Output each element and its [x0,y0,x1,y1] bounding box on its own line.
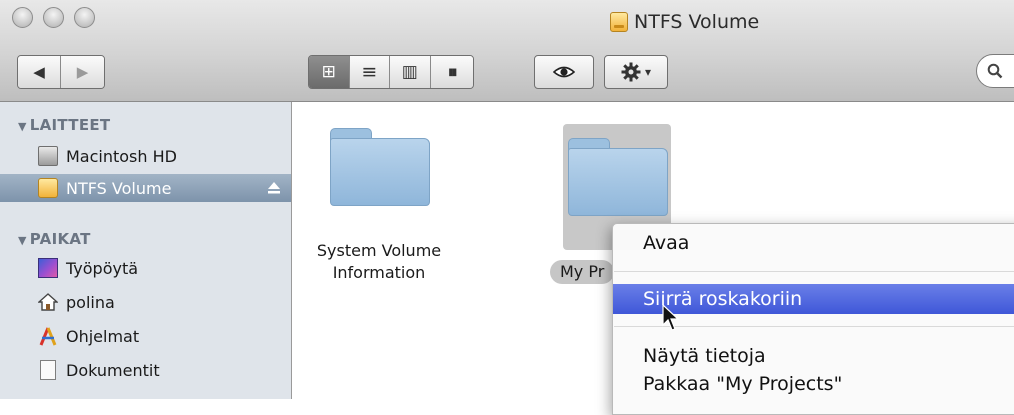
sidebar-item-label: Ohjelmat [66,326,140,346]
sidebar: ▼ LAITTEET Macintosh HD NTFS Volume ▼ PAIK… [0,102,292,399]
sidebar-item-applications[interactable]: Ohjelmat [0,322,291,350]
zoom-window-button[interactable] [74,7,95,28]
search-icon [987,63,1003,79]
action-menu-button[interactable]: ▾ [604,55,668,89]
folder-icon[interactable] [330,128,432,210]
menu-separator [614,271,1014,272]
devices-header-label: LAITTEET [29,116,111,134]
places-header-label: PAIKAT [29,230,91,248]
folder-label-system-volume-information[interactable]: System Volume Information [294,240,464,284]
disclosure-triangle-icon: ▼ [18,234,27,247]
chevron-down-icon: ▾ [644,65,652,79]
sidebar-item-label: polina [66,292,115,312]
back-forward-control: ◀ ▶ [17,55,105,89]
sidebar-item-home[interactable]: polina [0,288,291,316]
minimize-window-button[interactable] [43,7,64,28]
folder-label-line: Information [332,263,426,282]
list-view-button[interactable]: ≡ [349,56,391,88]
sidebar-section-places[interactable]: ▼ PAIKAT [18,230,91,248]
window-toolbar: NTFS Volume ◀ ▶ ⊞ ≡ ▥ ▮▮ ▾ [0,0,1014,102]
cursor-arrow-icon [662,304,680,331]
home-icon [38,293,58,311]
window-title: NTFS Volume [610,10,759,34]
search-field[interactable] [976,54,1014,88]
applications-icon [39,327,57,346]
eye-icon [553,66,575,78]
quick-look-button[interactable] [534,55,594,89]
sidebar-item-label: NTFS Volume [66,178,172,198]
menu-item-compress[interactable]: Pakkaa "My Projects" [613,369,1014,399]
sidebar-item-macintosh-hd[interactable]: Macintosh HD [0,142,291,170]
gear-icon [621,62,641,82]
folder-label-line: System Volume [316,241,442,260]
hard-drive-icon [38,146,58,166]
disclosure-triangle-icon: ▼ [18,120,27,133]
folder-icon[interactable] [568,138,670,220]
documents-icon [40,360,56,380]
forward-button[interactable]: ▶ [61,56,104,88]
sidebar-item-label: Dokumentit [66,360,160,380]
sidebar-item-label: Macintosh HD [66,146,177,166]
folder-label-my-projects[interactable]: My Pr [550,260,615,284]
coverflow-view-button[interactable]: ▮▮ [430,56,473,88]
window-title-text: NTFS Volume [634,11,760,33]
sidebar-item-label: Työpöytä [66,258,139,278]
icon-view-button[interactable]: ⊞ [309,56,350,88]
menu-item-get-info[interactable]: Näytä tietoja [613,341,1014,371]
view-switcher: ⊞ ≡ ▥ ▮▮ [308,55,474,89]
sidebar-item-documents[interactable]: Dokumentit [0,356,291,384]
column-view-button[interactable]: ▥ [390,56,431,88]
eject-icon[interactable] [267,181,281,195]
close-window-button[interactable] [12,7,33,28]
desktop-icon [38,258,58,278]
back-button[interactable]: ◀ [18,56,62,88]
sidebar-item-desktop[interactable]: Työpöytä [0,254,291,282]
ntfs-volume-icon [38,178,58,198]
sidebar-item-ntfs-volume[interactable]: NTFS Volume [0,174,291,202]
ntfs-volume-icon [610,12,628,32]
sidebar-section-devices[interactable]: ▼ LAITTEET [18,116,110,134]
menu-item-open[interactable]: Avaa [613,228,1014,258]
